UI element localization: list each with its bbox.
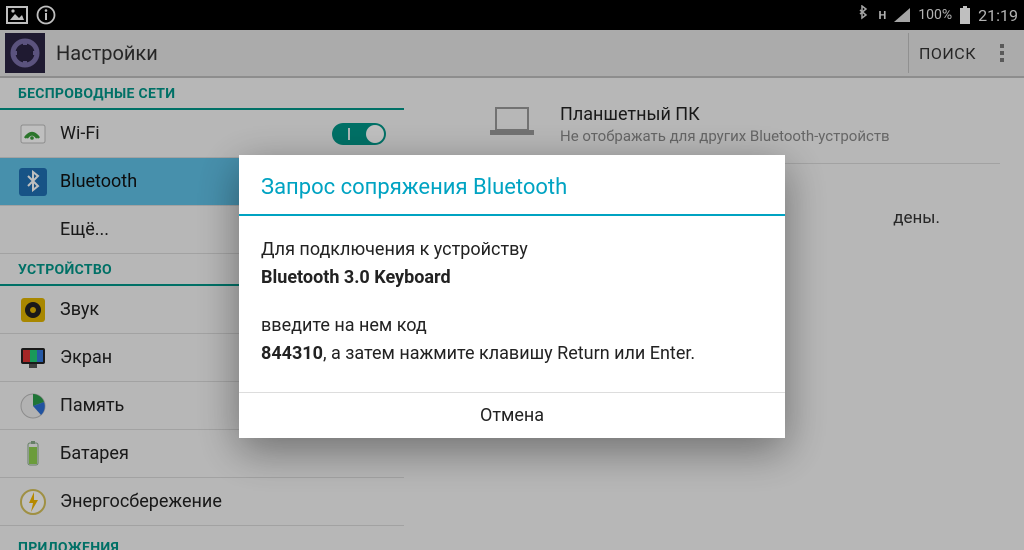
pairing-device-name: Bluetooth 3.0 Keyboard	[261, 267, 451, 288]
pairing-code: 844310	[261, 343, 323, 364]
pairing-dialog: Запрос сопряжения Bluetooth Для подключе…	[239, 155, 785, 438]
cancel-button[interactable]: Отмена	[239, 393, 785, 438]
dialog-body: Для подключения к устройствуBluetooth 3.…	[239, 216, 785, 392]
dialog-title: Запрос сопряжения Bluetooth	[239, 155, 785, 216]
